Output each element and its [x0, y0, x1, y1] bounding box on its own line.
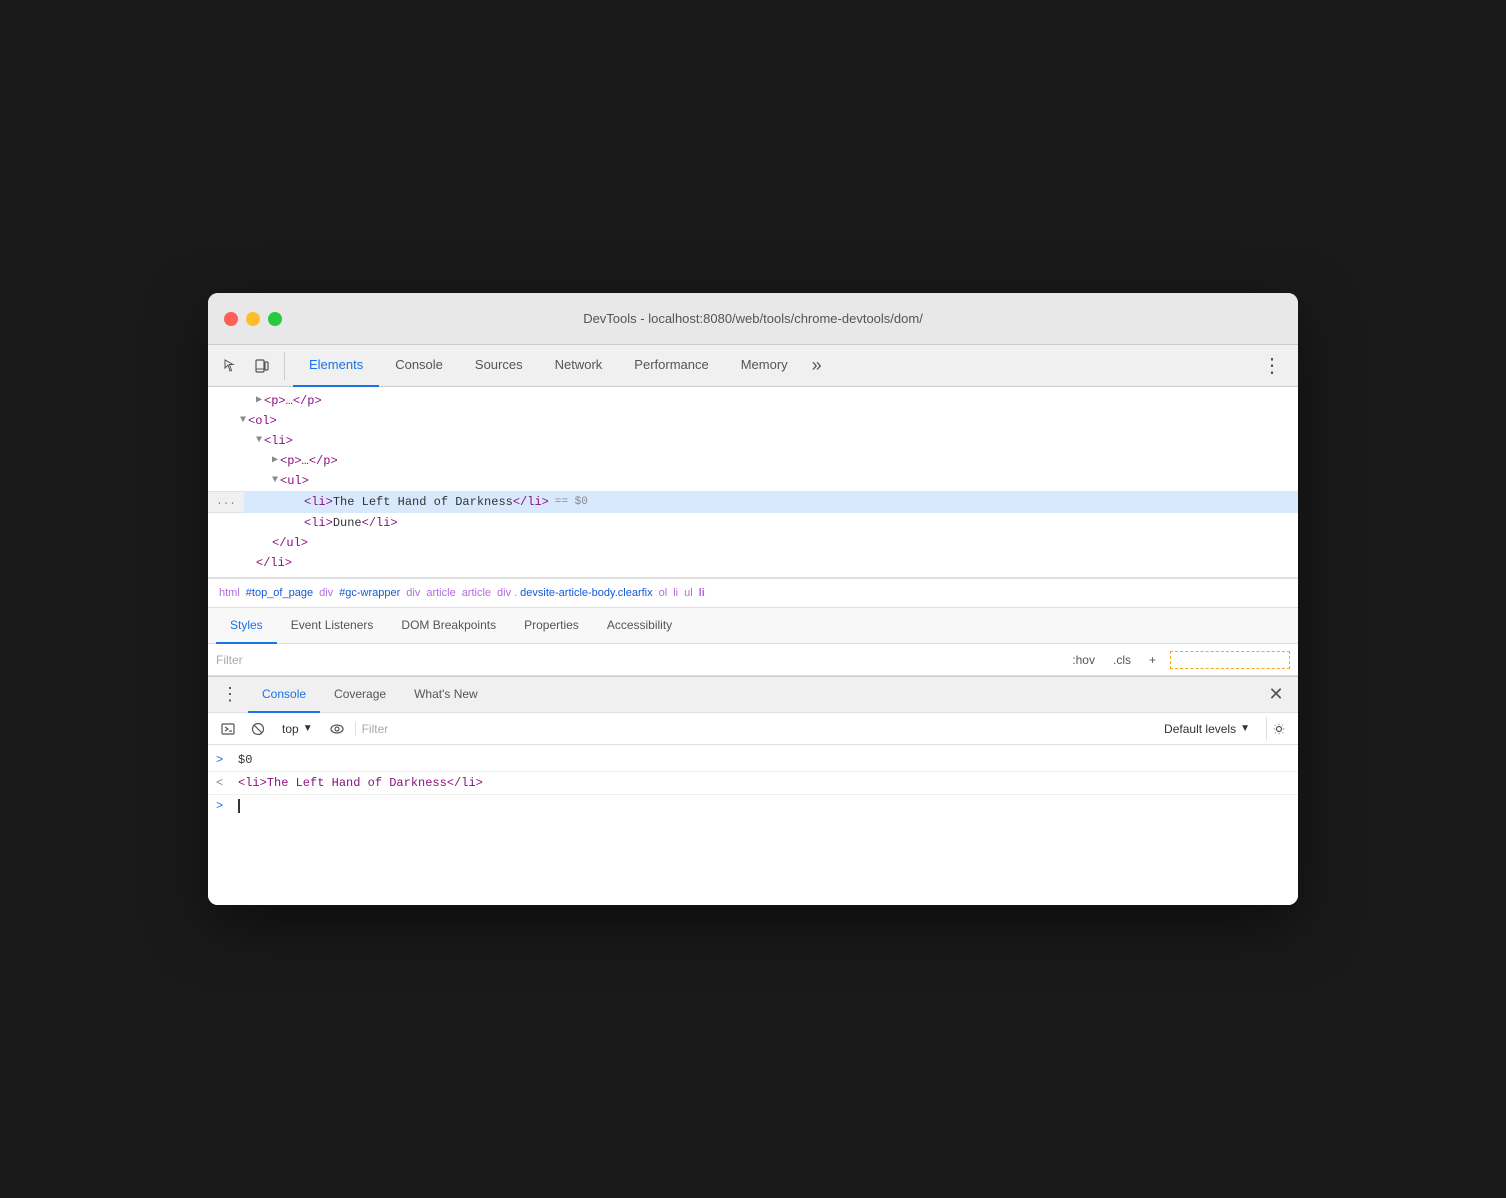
console-drawer: ⋮ Console Coverage What's New ✕ [208, 676, 1298, 905]
collapse-icon[interactable]: ▼ [256, 432, 262, 450]
crumb-div2[interactable]: div [403, 587, 423, 599]
console-input-prompt: > [216, 797, 230, 815]
execute-script-icon[interactable] [216, 717, 240, 741]
drawer-tab-console[interactable]: Console [248, 677, 320, 713]
tab-network[interactable]: Network [539, 345, 619, 387]
tab-sources[interactable]: Sources [459, 345, 539, 387]
crumb-div3[interactable]: div [494, 587, 514, 599]
hov-button[interactable]: :hov [1066, 651, 1101, 669]
sub-tabs-bar: Styles Event Listeners DOM Breakpoints P… [208, 608, 1298, 644]
traffic-lights [224, 312, 282, 326]
settings-icon[interactable] [1266, 717, 1290, 741]
input-prompt: > [216, 751, 230, 769]
drawer-tab-whats-new[interactable]: What's New [400, 677, 492, 713]
color-preview-box [1170, 651, 1290, 669]
console-output-value: <li>The Left Hand of Darkness</li> [238, 774, 483, 792]
breadcrumb: html #top_of_page div #gc-wrapper div ar… [208, 578, 1298, 608]
window-title: DevTools - localhost:8080/web/tools/chro… [583, 311, 923, 326]
minimize-button[interactable] [246, 312, 260, 326]
devtools-window: DevTools - localhost:8080/web/tools/chro… [208, 293, 1298, 905]
collapse-icon[interactable]: ▼ [240, 412, 246, 430]
add-style-button[interactable]: + [1143, 651, 1162, 669]
clear-console-icon[interactable] [246, 717, 270, 741]
selected-line-row: ... <li> The Left Hand of Darkness </li>… [208, 491, 1298, 513]
drawer-tab-coverage[interactable]: Coverage [320, 677, 400, 713]
sub-tab-properties[interactable]: Properties [510, 608, 593, 644]
crumb-gc-wrapper[interactable]: #gc-wrapper [336, 587, 403, 599]
crumb-article2[interactable]: article [459, 587, 494, 599]
drawer-close-button[interactable]: ✕ [1262, 681, 1290, 709]
console-filter-input[interactable] [355, 722, 1152, 736]
expand-icon[interactable]: ▶ [272, 452, 278, 470]
drawer-menu-button[interactable]: ⋮ [216, 681, 244, 709]
dom-line[interactable]: </ul> [208, 533, 1298, 553]
console-entry-output: < <li>The Left Hand of Darkness</li> [208, 772, 1298, 795]
console-entry-input: > $0 [208, 749, 1298, 772]
tab-elements[interactable]: Elements [293, 345, 379, 387]
console-input-line[interactable]: > [208, 795, 1298, 817]
sub-tab-styles[interactable]: Styles [216, 608, 277, 644]
tab-memory[interactable]: Memory [725, 345, 804, 387]
dom-line[interactable]: ▼ <ul> [208, 471, 1298, 491]
output-prompt: < [216, 774, 230, 792]
dom-line[interactable]: ▼ <li> [208, 431, 1298, 451]
dom-line[interactable]: ▶ <p> … </p> [208, 391, 1298, 411]
filter-bar: :hov .cls + [208, 644, 1298, 676]
dom-line[interactable]: <li> Dune </li> [208, 513, 1298, 533]
context-selector[interactable]: top ▼ [276, 720, 319, 738]
crumb-li1[interactable]: li [670, 587, 681, 599]
collapse-icon[interactable]: ▼ [272, 472, 278, 490]
devtools-menu-button[interactable]: ⋮ [1254, 345, 1290, 387]
dom-line[interactable]: </li> [208, 553, 1298, 573]
dom-line[interactable]: ▶ <p> … </p> [208, 451, 1298, 471]
dom-line[interactable]: ▼ <ol> [208, 411, 1298, 431]
title-bar: DevTools - localhost:8080/web/tools/chro… [208, 293, 1298, 345]
log-levels-selector[interactable]: Default levels ▼ [1158, 720, 1256, 738]
cls-button[interactable]: .cls [1107, 651, 1137, 669]
crumb-ol[interactable]: ol [656, 587, 671, 599]
crumb-ul[interactable]: ul [681, 587, 696, 599]
inspect-icon[interactable] [216, 352, 244, 380]
more-tabs-button[interactable]: » [804, 345, 830, 387]
device-icon[interactable] [248, 352, 276, 380]
main-tabs-bar: Elements Console Sources Network Perform… [208, 345, 1298, 387]
dom-panel: ▶ <p> … </p> ▼ <ol> ▼ <li> ▶ <p> … </p> [208, 387, 1298, 578]
selected-dom-line[interactable]: <li> The Left Hand of Darkness </li> == … [244, 491, 1298, 513]
toolbar-icons [216, 352, 285, 380]
expand-icon[interactable]: ▶ [256, 392, 262, 410]
sub-tab-accessibility[interactable]: Accessibility [593, 608, 686, 644]
console-toolbar: top ▼ Default levels ▼ [208, 713, 1298, 745]
sub-tab-event-listeners[interactable]: Event Listeners [277, 608, 388, 644]
crumb-li2[interactable]: li [696, 587, 708, 599]
crumb-top-of-page[interactable]: #top_of_page [243, 587, 316, 599]
crumb-html[interactable]: html [216, 587, 243, 599]
console-cursor [238, 799, 240, 813]
filter-actions: :hov .cls + [1066, 651, 1162, 669]
styles-filter-input[interactable] [216, 653, 1066, 667]
close-button[interactable] [224, 312, 238, 326]
tab-performance[interactable]: Performance [618, 345, 724, 387]
crumb-article1[interactable]: article [423, 587, 458, 599]
drawer-tabs-bar: ⋮ Console Coverage What's New ✕ [208, 677, 1298, 713]
maximize-button[interactable] [268, 312, 282, 326]
crumb-div1[interactable]: div [316, 587, 336, 599]
crumb-devsite-class[interactable]: devsite-article-body.clearfix [517, 587, 655, 599]
console-expression: $0 [238, 751, 252, 769]
eye-icon[interactable] [325, 717, 349, 741]
console-output: > $0 < <li>The Left Hand of Darkness</li… [208, 745, 1298, 905]
sub-tab-dom-breakpoints[interactable]: DOM Breakpoints [387, 608, 510, 644]
dots-label: ... [208, 491, 244, 513]
tab-console[interactable]: Console [379, 345, 459, 387]
